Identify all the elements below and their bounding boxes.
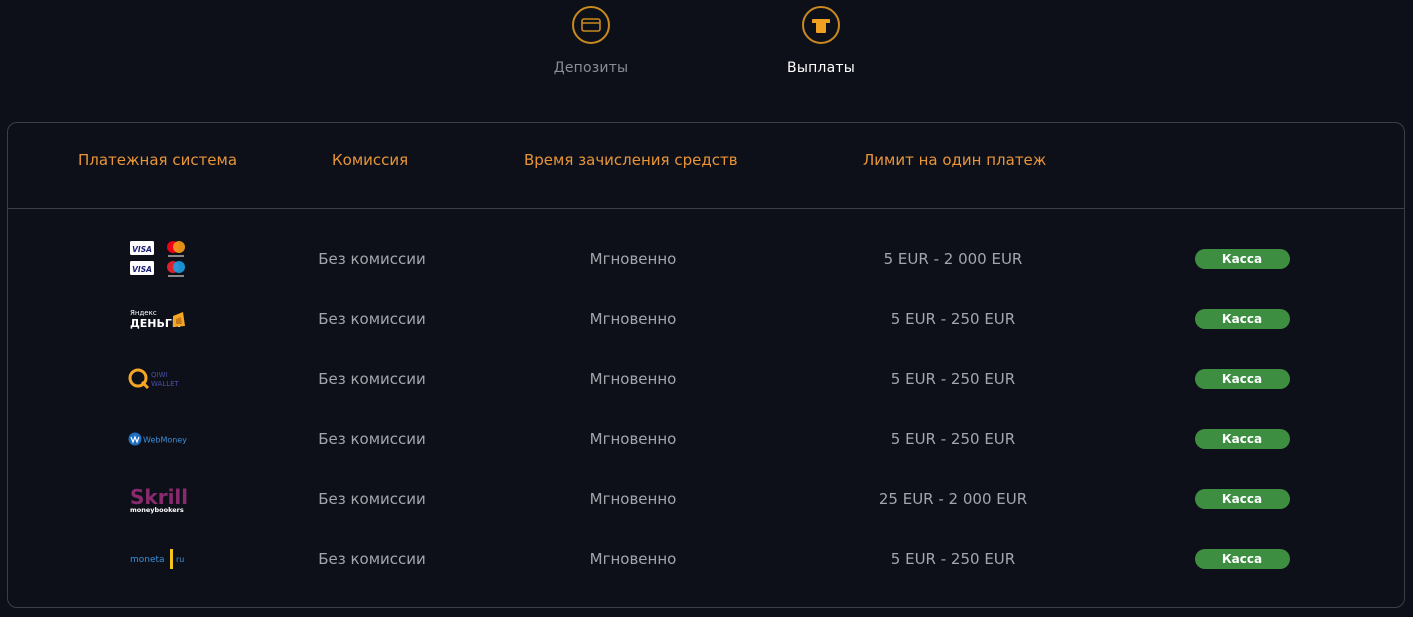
svg-text:VISA: VISA: [132, 265, 152, 274]
fee-value: Без комиссии: [318, 550, 426, 568]
tab-deposits-label: Депозиты: [553, 60, 629, 76]
cashier-button[interactable]: Касса: [1194, 549, 1290, 569]
fee-value: Без комиссии: [318, 490, 426, 508]
yandex-money-logo: Яндекс ДЕНЬГИ: [108, 289, 208, 349]
limit-value: 5 EUR - 250 EUR: [890, 370, 1016, 388]
fee-value: Без комиссии: [318, 370, 426, 388]
time-value: Мгновенно: [589, 550, 677, 568]
fee-value: Без комиссии: [318, 430, 426, 448]
svg-text:WALLET: WALLET: [151, 380, 180, 388]
table-header: Платежная система Комиссия Время зачисле…: [8, 123, 1404, 209]
header-time: Время зачисления средств: [524, 151, 738, 169]
table-row: Skrill moneybookers Без комиссии Мгновен…: [8, 469, 1404, 529]
payment-tabs: Депозиты Выплаты: [0, 0, 1413, 110]
time-value: Мгновенно: [589, 250, 677, 268]
svg-text:QIWI: QIWI: [151, 371, 168, 379]
skrill-logo: Skrill moneybookers: [108, 469, 208, 529]
time-value: Мгновенно: [589, 490, 677, 508]
cashier-button[interactable]: Касса: [1194, 369, 1290, 389]
wallet-icon: [802, 6, 840, 44]
cashier-button[interactable]: Касса: [1194, 429, 1290, 449]
limit-value: 5 EUR - 250 EUR: [890, 310, 1016, 328]
svg-text:moneta: moneta: [130, 555, 165, 565]
fee-value: Без комиссии: [318, 250, 426, 268]
header-limit: Лимит на один платеж: [863, 151, 1047, 169]
header-fee: Комиссия: [332, 151, 409, 169]
time-value: Мгновенно: [589, 370, 677, 388]
svg-text:Яндекс: Яндекс: [130, 309, 157, 317]
visa-mastercard-logo: VISA VISA: [108, 229, 208, 289]
svg-text:WebMoney: WebMoney: [143, 436, 187, 445]
limit-value: 5 EUR - 250 EUR: [890, 550, 1016, 568]
payment-methods-table: Платежная система Комиссия Время зачисле…: [7, 122, 1405, 608]
tab-deposits[interactable]: Депозиты: [521, 6, 661, 76]
tab-payouts-label: Выплаты: [787, 60, 855, 76]
limit-value: 25 EUR - 2 000 EUR: [878, 490, 1028, 508]
limit-value: 5 EUR - 250 EUR: [890, 430, 1016, 448]
tab-payouts[interactable]: Выплаты: [751, 6, 891, 76]
table-row: VISA VISA Без комиссии Мгновенно 5 EUR -…: [8, 229, 1404, 289]
card-icon: [572, 6, 610, 44]
table-row: moneta ru Без комиссии Мгновенно 5 EUR -…: [8, 529, 1404, 589]
cashier-button[interactable]: Касса: [1194, 309, 1290, 329]
table-row: QIWI WALLET Без комиссии Мгновенно 5 EUR…: [8, 349, 1404, 409]
moneta-ru-logo: moneta ru: [108, 529, 208, 589]
cashier-button[interactable]: Касса: [1194, 249, 1290, 269]
table-row: Яндекс ДЕНЬГИ Без комиссии Мгновенно 5 E…: [8, 289, 1404, 349]
header-payment-system: Платежная система: [78, 151, 238, 169]
svg-text:moneybookers: moneybookers: [130, 506, 184, 514]
svg-text:ru: ru: [176, 555, 184, 564]
time-value: Мгновенно: [589, 430, 677, 448]
svg-text:VISA: VISA: [132, 245, 152, 254]
qiwi-wallet-logo: QIWI WALLET: [108, 349, 208, 409]
cashier-button[interactable]: Касса: [1194, 489, 1290, 509]
time-value: Мгновенно: [589, 310, 677, 328]
fee-value: Без комиссии: [318, 310, 426, 328]
table-row: WebMoney Без комиссии Мгновенно 5 EUR - …: [8, 409, 1404, 469]
webmoney-logo: WebMoney: [108, 409, 208, 469]
limit-value: 5 EUR - 2 000 EUR: [883, 250, 1023, 268]
